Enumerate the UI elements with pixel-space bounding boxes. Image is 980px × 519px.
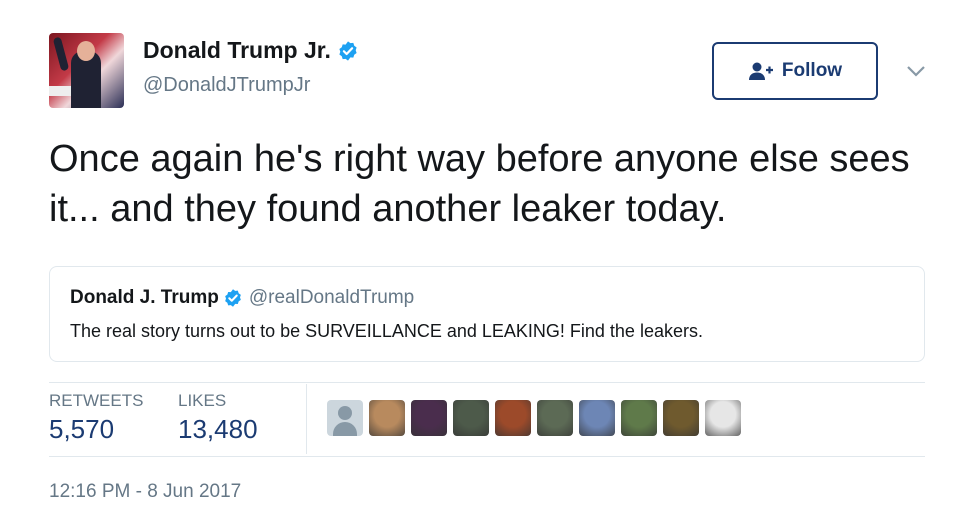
liker-avatar[interactable] <box>495 400 531 436</box>
liker-avatars <box>327 400 741 436</box>
add-user-icon <box>748 62 773 80</box>
follow-button-label: Follow <box>781 60 843 81</box>
liker-avatar[interactable] <box>621 400 657 436</box>
tweet-timestamp[interactable]: 12:16 PM - 8 Jun 2017 <box>49 481 241 503</box>
author-name[interactable]: Donald Trump Jr. <box>143 37 331 64</box>
retweets-count[interactable]: 5,570 <box>49 414 114 445</box>
quoted-tweet[interactable]: Donald J. Trump @realDonaldTrump The rea… <box>49 266 925 362</box>
quoted-tweet-header: Donald J. Trump @realDonaldTrump <box>70 287 414 309</box>
liker-avatar[interactable] <box>663 400 699 436</box>
divider-top <box>49 382 925 383</box>
author-avatar[interactable] <box>49 33 124 108</box>
likes-count[interactable]: 13,480 <box>178 414 258 445</box>
liker-avatar[interactable] <box>705 400 741 436</box>
author-handle[interactable]: @DonaldJTrumpJr <box>143 74 310 97</box>
avatar-banner <box>49 86 71 96</box>
quoted-tweet-text: The real story turns out to be SURVEILLA… <box>70 321 703 341</box>
quoted-author-name: Donald J. Trump <box>70 287 219 308</box>
tweet-text: Once again he's right way before anyone … <box>49 138 910 230</box>
likes-label[interactable]: LIKES <box>178 391 226 411</box>
liker-avatar[interactable] <box>411 400 447 436</box>
verified-badge-icon <box>225 289 241 307</box>
stats-divider <box>306 384 307 454</box>
liker-avatar[interactable] <box>537 400 573 436</box>
liker-avatar[interactable] <box>327 400 363 436</box>
quoted-author-handle: @realDonaldTrump <box>248 287 415 308</box>
liker-avatar[interactable] <box>579 400 615 436</box>
chevron-down-icon[interactable] <box>906 64 926 78</box>
verified-badge-icon <box>339 40 357 61</box>
follow-button[interactable]: Follow <box>712 42 878 100</box>
divider-bottom <box>49 456 925 457</box>
avatar-head <box>77 41 95 61</box>
retweets-label[interactable]: RETWEETS <box>49 391 143 411</box>
avatar-arm <box>52 36 70 72</box>
liker-avatar[interactable] <box>453 400 489 436</box>
liker-avatar[interactable] <box>369 400 405 436</box>
author-name-row[interactable]: Donald Trump Jr. <box>143 37 359 64</box>
